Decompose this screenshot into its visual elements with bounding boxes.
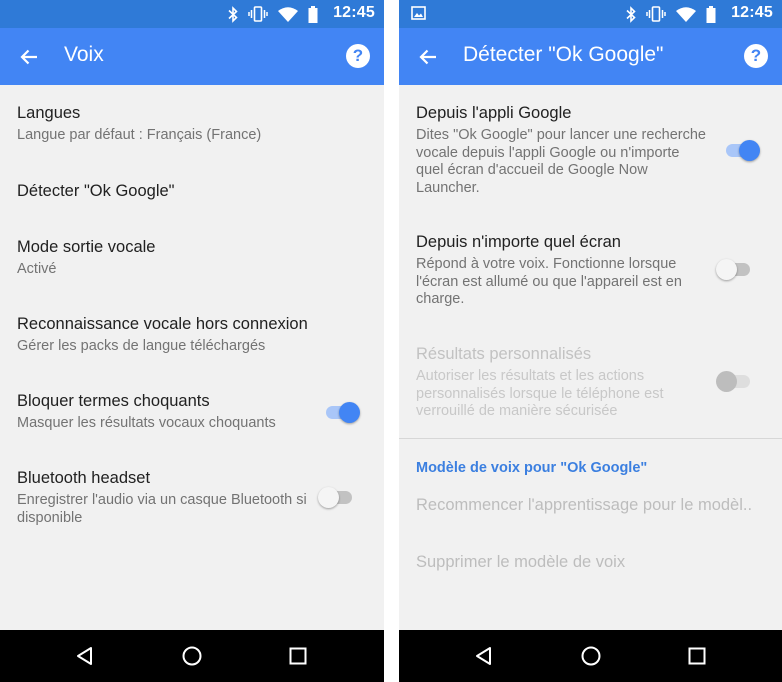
divider xyxy=(399,438,782,439)
settings-list: Langues Langue par défaut : Français (Fr… xyxy=(0,85,384,630)
setting-bluetooth-headset[interactable]: Bluetooth headset Enregistrer l'audio vi… xyxy=(0,462,384,534)
nav-home-icon[interactable] xyxy=(577,643,605,669)
setting-title: Bloquer termes choquants xyxy=(17,392,210,410)
setting-personal-results[interactable]: Résultats personnalisés Autoriser les ré… xyxy=(399,338,782,426)
back-button[interactable] xyxy=(413,42,443,72)
help-icon[interactable]: ? xyxy=(346,44,370,68)
retrain-voice-model[interactable]: Recommencer l'apprentissage pour le modè… xyxy=(416,496,752,515)
vibrate-icon xyxy=(646,6,666,22)
setting-subtitle: Répond à votre voix. Fonctionne lorsque … xyxy=(416,256,682,307)
any-screen-toggle[interactable] xyxy=(716,256,754,282)
vibrate-icon xyxy=(248,6,268,22)
setting-title: Depuis l'appli Google xyxy=(416,104,572,122)
nav-back-icon[interactable] xyxy=(71,643,99,669)
google-app-toggle[interactable] xyxy=(724,137,762,163)
setting-subtitle: Dites "Ok Google" pour lancer une recher… xyxy=(416,127,706,196)
status-time: 12:45 xyxy=(731,4,773,21)
app-bar: Voix ? xyxy=(0,28,384,85)
arrow-left-icon xyxy=(419,49,436,65)
help-icon[interactable]: ? xyxy=(744,44,768,68)
setting-offline-recognition[interactable]: Reconnaissance vocale hors connexion Gér… xyxy=(0,308,384,368)
navigation-bar xyxy=(399,630,782,682)
setting-subtitle: Langue par défaut : Français (France) xyxy=(17,127,262,143)
nav-back-icon[interactable] xyxy=(470,643,498,669)
app-bar: Détecter "Ok Google" ? xyxy=(399,28,782,85)
setting-title: Bluetooth headset xyxy=(17,469,151,487)
nav-recents-icon[interactable] xyxy=(284,643,312,669)
battery-icon xyxy=(706,5,716,23)
setting-subtitle: Gérer les packs de langue téléchargés xyxy=(17,338,266,354)
setting-title: Reconnaissance vocale hors connexion xyxy=(17,315,308,333)
status-bar: 12:45 xyxy=(399,0,782,28)
delete-voice-model[interactable]: Supprimer le modèle de voix xyxy=(416,553,625,572)
section-header: Modèle de voix pour "Ok Google" xyxy=(416,460,648,476)
image-icon xyxy=(411,6,426,20)
setting-from-any-screen[interactable]: Depuis n'importe quel écran Répond à vot… xyxy=(399,226,782,314)
setting-mode-sortie-vocale[interactable]: Mode sortie vocale Activé xyxy=(0,231,384,291)
setting-title: Détecter "Ok Google" xyxy=(17,182,175,200)
setting-title: Mode sortie vocale xyxy=(17,238,156,256)
status-time: 12:45 xyxy=(333,4,375,21)
setting-subtitle: Masquer les résultats vocaux choquants xyxy=(17,415,276,431)
setting-subtitle: Activé xyxy=(17,261,57,277)
status-bar: 12:45 xyxy=(0,0,384,28)
personal-results-toggle[interactable] xyxy=(716,368,754,394)
setting-subtitle: Enregistrer l'audio via un casque Blueto… xyxy=(17,492,307,526)
bluetooth-headset-toggle[interactable] xyxy=(318,484,356,510)
setting-subtitle: Autoriser les résultats et les actions p… xyxy=(416,368,664,419)
page-title: Voix xyxy=(64,43,104,66)
setting-detect-ok-google[interactable]: Détecter "Ok Google" xyxy=(0,173,384,213)
setting-title: Depuis n'importe quel écran xyxy=(416,233,621,251)
navigation-bar xyxy=(0,630,384,682)
ok-google-screen: 12:45 Détecter "Ok Google" ? Depuis l'ap… xyxy=(399,0,782,682)
block-offensive-toggle[interactable] xyxy=(324,399,362,425)
setting-block-offensive[interactable]: Bloquer termes choquants Masquer les rés… xyxy=(0,385,384,445)
back-button[interactable] xyxy=(14,42,44,72)
nav-recents-icon[interactable] xyxy=(683,643,711,669)
setting-title: Résultats personnalisés xyxy=(416,345,592,363)
nav-home-icon[interactable] xyxy=(178,643,206,669)
arrow-left-icon xyxy=(20,49,37,65)
setting-from-google-app[interactable]: Depuis l'appli Google Dites "Ok Google" … xyxy=(399,97,782,205)
settings-list: Depuis l'appli Google Dites "Ok Google" … xyxy=(399,85,782,630)
bluetooth-icon xyxy=(626,5,636,23)
wifi-icon xyxy=(676,6,696,22)
setting-langues[interactable]: Langues Langue par défaut : Français (Fr… xyxy=(0,97,384,157)
voice-settings-screen: 12:45 Voix ? Langues Langue par défaut :… xyxy=(0,0,384,682)
setting-title: Langues xyxy=(17,104,81,122)
bluetooth-icon xyxy=(228,5,238,23)
battery-icon xyxy=(308,5,318,23)
wifi-icon xyxy=(278,6,298,22)
page-title: Détecter "Ok Google" xyxy=(463,43,664,66)
